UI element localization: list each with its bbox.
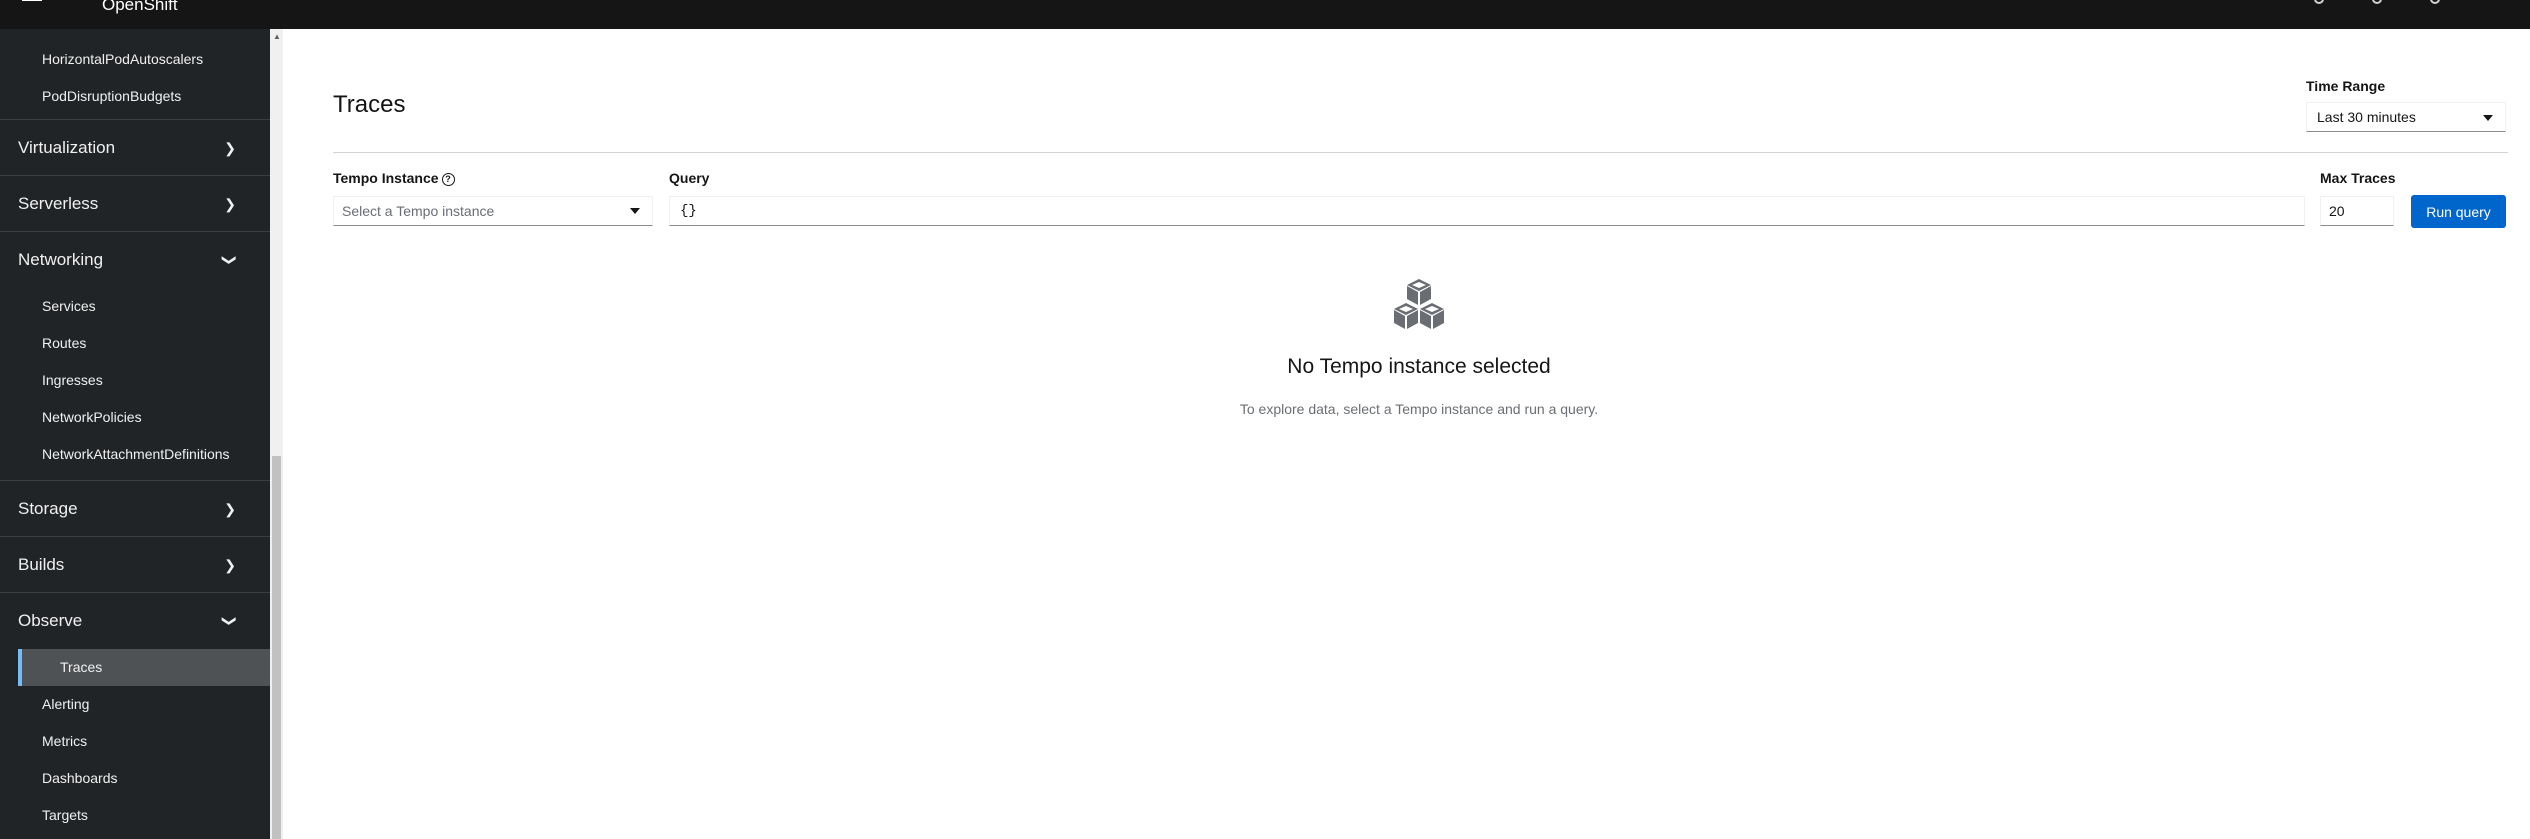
chevron-down-icon: ❯ xyxy=(222,615,239,627)
hamburger-menu-icon[interactable] xyxy=(22,0,42,4)
sidebar-section-serverless[interactable]: Serverless ❯ xyxy=(0,175,270,231)
query-label: Query xyxy=(669,170,710,186)
masthead-tools xyxy=(2314,0,2440,4)
sidebar-item-poddisruptionbudgets[interactable]: PodDisruptionBudgets xyxy=(18,78,270,115)
sidebar-item-networkattachmentdefinitions[interactable]: NetworkAttachmentDefinitions xyxy=(18,436,270,473)
brand-logo[interactable]: OpenShift xyxy=(102,0,178,14)
sidebar-item-metrics[interactable]: Metrics xyxy=(18,723,270,760)
empty-state-title: No Tempo instance selected xyxy=(1287,355,1551,378)
user-icon[interactable] xyxy=(2430,0,2440,4)
tempo-instance-label-text: Tempo Instance xyxy=(333,170,439,186)
chevron-down-icon: ❯ xyxy=(222,254,239,266)
help-icon[interactable]: ? xyxy=(441,173,455,186)
sidebar-item-traces[interactable]: Traces xyxy=(18,649,270,686)
sidebar-section-storage[interactable]: Storage ❯ xyxy=(0,480,270,536)
caret-down-icon xyxy=(630,208,640,214)
run-query-button[interactable]: Run query xyxy=(2411,195,2506,228)
notifications-icon[interactable] xyxy=(2314,0,2324,4)
sidebar-section-observe[interactable]: Observe ❯ xyxy=(0,592,270,648)
time-range-label: Time Range xyxy=(2306,78,2386,94)
sidebar-item-dashboards[interactable]: Dashboards xyxy=(18,760,270,797)
cubes-icon xyxy=(1394,279,1444,329)
time-range-select[interactable]: Last 30 minutes xyxy=(2306,102,2506,132)
empty-state-body: To explore data, select a Tempo instance… xyxy=(1239,401,1599,417)
section-label: Networking xyxy=(18,250,104,269)
section-label: Observe xyxy=(18,611,83,630)
sidebar-section-virtualization[interactable]: Virtualization ❯ xyxy=(0,119,270,175)
chevron-right-icon: ❯ xyxy=(224,557,236,573)
chevron-right-icon: ❯ xyxy=(224,140,236,156)
section-label: Serverless xyxy=(18,194,99,213)
sidebar-item-networkpolicies[interactable]: NetworkPolicies xyxy=(18,399,270,436)
query-input[interactable] xyxy=(669,196,2305,226)
section-label: Builds xyxy=(18,555,65,574)
sidebar-item-services[interactable]: Services xyxy=(18,288,270,325)
sidebar-item-ingresses[interactable]: Ingresses xyxy=(18,362,270,399)
divider xyxy=(333,152,2508,153)
sidebar-section-networking[interactable]: Networking ❯ xyxy=(0,231,270,287)
chevron-right-icon: ❯ xyxy=(224,501,236,517)
caret-down-icon xyxy=(2483,115,2493,121)
scroll-up-icon[interactable]: ▲ xyxy=(273,32,281,41)
sidebar-item-routes[interactable]: Routes xyxy=(18,325,270,362)
main-content: Traces Time Range Last 30 minutes Tempo … xyxy=(283,29,2530,839)
sidebar-nav: HorizontalPodAutoscalers PodDisruptionBu… xyxy=(0,29,270,839)
max-traces-label: Max Traces xyxy=(2320,170,2396,186)
sidebar-item-alerting[interactable]: Alerting xyxy=(18,686,270,723)
tempo-instance-label: Tempo Instance? xyxy=(333,170,455,186)
time-range-value: Last 30 minutes xyxy=(2317,109,2416,125)
section-label: Storage xyxy=(18,499,78,518)
scrollbar-thumb[interactable] xyxy=(272,456,281,839)
masthead: OpenShift xyxy=(0,0,2530,29)
section-label: Virtualization xyxy=(18,138,116,157)
chevron-right-icon: ❯ xyxy=(224,196,236,212)
max-traces-input[interactable] xyxy=(2320,196,2394,226)
tempo-instance-placeholder: Select a Tempo instance xyxy=(342,203,495,219)
page-title: Traces xyxy=(333,91,406,118)
sidebar-item-targets[interactable]: Targets xyxy=(18,797,270,834)
tempo-instance-select[interactable]: Select a Tempo instance xyxy=(333,196,653,226)
help-icon[interactable] xyxy=(2372,0,2382,4)
sidebar-item-horizontalpodautoscalers[interactable]: HorizontalPodAutoscalers xyxy=(18,41,270,78)
sidebar-section-builds[interactable]: Builds ❯ xyxy=(0,536,270,592)
